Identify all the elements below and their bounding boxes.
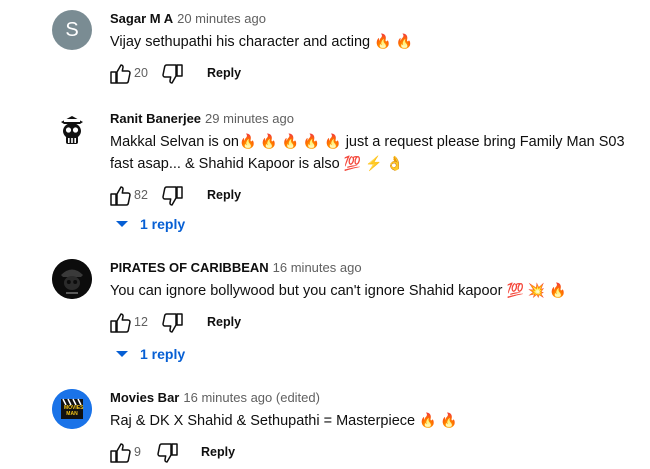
comment-text: You can ignore bollywood but you can't i… <box>110 280 642 302</box>
view-replies-button[interactable]: 1 reply <box>116 213 185 235</box>
comment-body: Sagar M A 20 minutes ago Vijay sethupathi… <box>110 10 642 86</box>
comment-header: Sagar M A 20 minutes ago <box>110 10 642 28</box>
pirate-skull-icon <box>52 259 92 299</box>
comment-text-content: You can ignore bollywood but you can't i… <box>110 283 503 299</box>
comment-timestamp[interactable]: 16 minutes ago (edited) <box>183 390 320 405</box>
thumbs-up-icon[interactable] <box>108 441 132 465</box>
comment-text-content: Raj & DK X Shahid & Sethupathi = Masterp… <box>110 413 416 429</box>
comment-timestamp[interactable]: 20 minutes ago <box>177 11 266 26</box>
avatar[interactable]: S <box>52 10 92 50</box>
comment-body: Movies Bar 16 minutes ago (edited) Raj & … <box>110 389 642 465</box>
thumbs-up-icon[interactable] <box>108 184 132 208</box>
comment-timestamp[interactable]: 16 minutes ago <box>273 260 362 275</box>
avatar-logo-text: MOVIES MAN <box>64 405 84 417</box>
chevron-down-icon <box>116 221 128 227</box>
comment-actions: 20 Reply <box>110 62 642 86</box>
like-count: 9 <box>134 445 141 459</box>
skull-icon <box>61 116 83 144</box>
thumbs-down-icon[interactable] <box>156 441 180 465</box>
replies-label: 1 reply <box>140 346 186 362</box>
reply-button[interactable]: Reply <box>207 315 241 329</box>
avatar[interactable]: MOVIES MAN <box>52 389 92 429</box>
comment-text-content: Makkal Selvan is on <box>110 134 239 150</box>
avatar-letter: S <box>65 18 79 41</box>
comment-author[interactable]: Ranit Banerjee <box>110 111 201 126</box>
avatar[interactable] <box>52 110 92 150</box>
like-count: 20 <box>134 66 148 80</box>
like-count: 12 <box>134 315 148 329</box>
view-replies-button[interactable]: 1 reply <box>116 343 185 365</box>
comment-header: Movies Bar 16 minutes ago (edited) <box>110 389 642 407</box>
thumbs-down-icon[interactable] <box>161 184 185 208</box>
thumbs-down-icon[interactable] <box>161 62 185 86</box>
comment-text-content: Vijay sethupathi his character and actin… <box>110 34 371 50</box>
thumbs-down-icon[interactable] <box>161 311 185 335</box>
reply-button[interactable]: Reply <box>207 188 241 202</box>
comment-author[interactable]: PIRATES OF CARIBBEAN <box>110 260 269 275</box>
reply-button[interactable]: Reply <box>207 66 241 80</box>
like-count: 82 <box>134 188 148 202</box>
comment-text: Raj & DK X Shahid & Sethupathi = Masterp… <box>110 410 642 432</box>
comment-emoji: 💯 ⚡ 👌 <box>343 155 404 171</box>
avatar[interactable] <box>52 259 92 299</box>
comment-actions: 12 Reply <box>110 311 642 335</box>
comment-emoji: 💯 💥 🔥 <box>506 282 567 298</box>
comment-emoji: 🔥 🔥 <box>374 33 413 49</box>
comment-emoji: 🔥 🔥 🔥 🔥 🔥 <box>238 133 342 149</box>
comment-actions: 82 Reply <box>110 184 642 208</box>
comment-header: PIRATES OF CARIBBEAN 16 minutes ago <box>110 259 642 277</box>
replies-label: 1 reply <box>140 216 186 232</box>
comment-text: Makkal Selvan is on🔥 🔥 🔥 🔥 🔥 just a requ… <box>110 131 642 175</box>
thumbs-up-icon[interactable] <box>108 311 132 335</box>
comment-timestamp[interactable]: 29 minutes ago <box>205 111 294 126</box>
comment-header: Ranit Banerjee 29 minutes ago <box>110 110 642 128</box>
reply-button[interactable]: Reply <box>201 445 235 459</box>
thumbs-up-icon[interactable] <box>108 62 132 86</box>
chevron-down-icon <box>116 351 128 357</box>
comment-author[interactable]: Movies Bar <box>110 390 179 405</box>
comment-actions: 9 Reply <box>110 441 642 465</box>
comment-author[interactable]: Sagar M A <box>110 11 173 26</box>
comment-body: Ranit Banerjee 29 minutes ago Makkal Selv… <box>110 110 642 208</box>
comment-text: Vijay sethupathi his character and actin… <box>110 31 642 53</box>
comment-body: PIRATES OF CARIBBEAN 16 minutes ago You c… <box>110 259 642 335</box>
comment-emoji: 🔥 🔥 <box>419 412 458 428</box>
